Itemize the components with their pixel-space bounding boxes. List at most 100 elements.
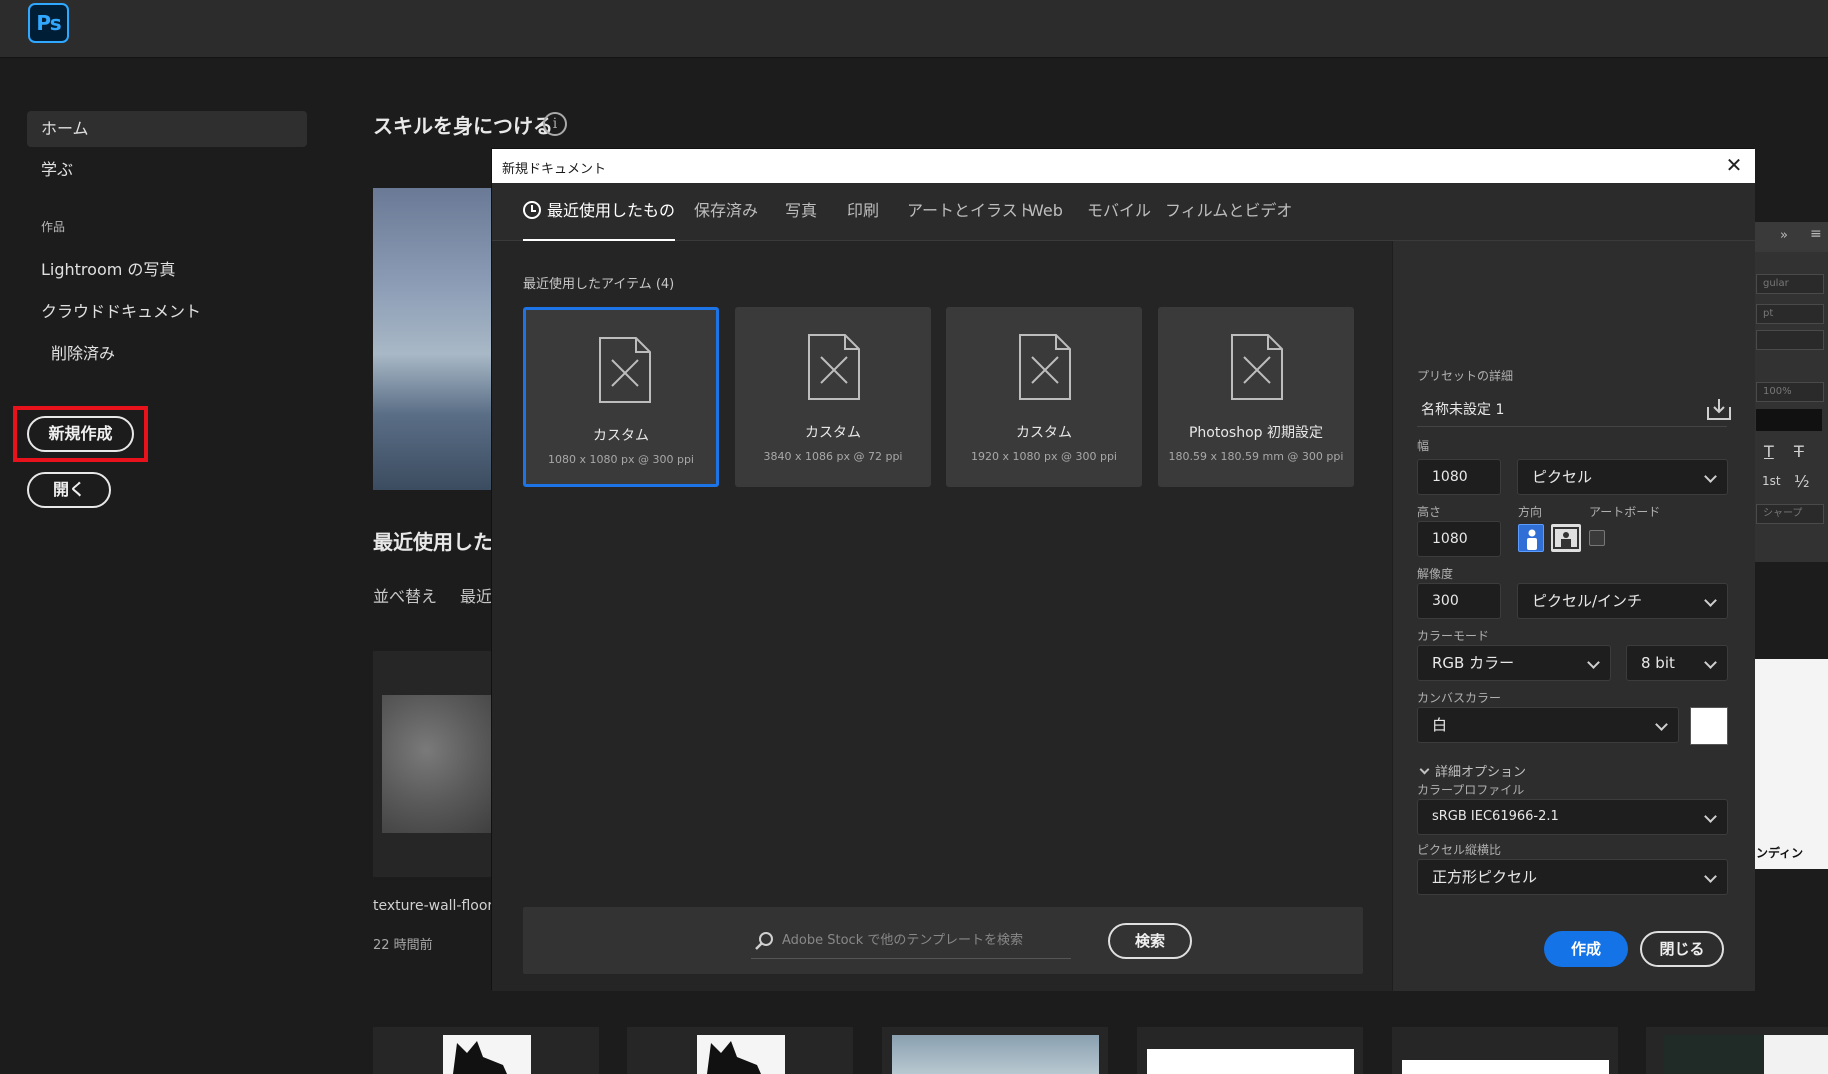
height-input[interactable]: 1080 (1417, 521, 1501, 557)
sidebar-item-home[interactable]: ホーム (27, 111, 307, 147)
right-panel-header: » ≡ (1750, 222, 1828, 252)
preset-name: カスタム (805, 425, 861, 441)
close-button[interactable]: 閉じる (1640, 931, 1724, 967)
tab-print[interactable]: 印刷 (847, 183, 879, 241)
resolution-unit-select[interactable]: ピクセル/インチ (1517, 583, 1728, 619)
canvas-color-label: カンバスカラー (1417, 691, 1502, 705)
dialog-tabs: 最近使用したもの 保存済み 写真 印刷 アートとイラスト Web モバイル フィ… (492, 183, 1755, 241)
right-white-thumbnail (1752, 659, 1828, 869)
preset-card[interactable]: カスタム 3840 x 1086 px @ 72 ppi (735, 307, 931, 487)
save-preset-icon[interactable] (1706, 397, 1732, 421)
color-profile-select[interactable]: sRGB IEC61966-2.1 (1417, 799, 1728, 835)
width-unit-select[interactable]: ピクセル (1517, 459, 1728, 495)
sort-label[interactable]: 並べ替え (373, 583, 437, 607)
panel-color-swatch[interactable] (1756, 409, 1822, 431)
close-icon[interactable]: ✕ (1723, 154, 1745, 176)
text-strikethrough-icon[interactable]: T (1794, 442, 1804, 461)
advanced-options-toggle[interactable]: 詳細オプション (1419, 761, 1527, 780)
bit-depth-select[interactable]: 8 bit (1626, 645, 1728, 681)
hero-image[interactable] (373, 188, 493, 490)
search-button[interactable]: 検索 (1108, 923, 1192, 959)
recent-file-thumbnail[interactable] (382, 695, 493, 833)
panel-field[interactable]: pt (1756, 304, 1824, 324)
color-profile-value: sRGB IEC61966-2.1 (1432, 809, 1559, 824)
chevron-down-icon (1704, 810, 1717, 823)
sidebar-item-learn[interactable]: 学ぶ (27, 152, 73, 188)
tab-mobile[interactable]: モバイル (1087, 183, 1151, 241)
sidebar-item-lightroom[interactable]: Lightroom の写真 (27, 252, 175, 288)
cat-silhouette-image (453, 1041, 507, 1074)
anti-alias-select[interactable]: シャープ (1756, 504, 1824, 524)
preset-size: 1920 x 1080 px @ 300 ppi (971, 450, 1117, 463)
tab-photo[interactable]: 写真 (785, 183, 817, 241)
tab-film-video[interactable]: フィルムとビデオ (1165, 183, 1292, 241)
sidebar-item-cloud-documents[interactable]: クラウドドキュメント (27, 294, 201, 330)
orientation-label: 方向 (1518, 505, 1543, 519)
width-input[interactable]: 1080 (1417, 459, 1501, 495)
color-mode-select[interactable]: RGB カラー (1417, 645, 1611, 681)
chevron-down-icon (1587, 656, 1600, 669)
portrait-orientation-button[interactable] (1518, 524, 1544, 552)
tab-art-illustration[interactable]: アートとイラスト (907, 183, 1034, 241)
sidebar-item-deleted[interactable]: 削除済み (37, 336, 115, 372)
pixel-aspect-select[interactable]: 正方形ピクセル (1417, 859, 1728, 895)
tab-recent-label: 最近使用したもの (547, 201, 676, 220)
document-preset-icon (1231, 334, 1283, 400)
new-file-button[interactable]: 新規作成 (27, 416, 134, 452)
advanced-options-label: 詳細オプション (1435, 765, 1527, 780)
bottom-card-thumbnail (1664, 1035, 1764, 1074)
document-preset-icon (599, 337, 651, 403)
stock-search-input[interactable] (751, 923, 1071, 959)
canvas-color-swatch[interactable] (1690, 707, 1728, 745)
stock-search-bar: 検索 (523, 907, 1363, 974)
photoshop-logo: Ps (28, 3, 69, 43)
preset-size: 1080 x 1080 px @ 300 ppi (548, 453, 694, 466)
dialog-title: 新規ドキュメント (502, 162, 607, 177)
landscape-icon (1553, 527, 1579, 549)
tab-web[interactable]: Web (1028, 183, 1063, 241)
preset-card[interactable]: カスタム 1080 x 1080 px @ 300 ppi (523, 307, 719, 487)
photoshop-home-screen: Ps ホーム 学ぶ 作品 Lightroom の写真 クラウドドキュメント 削除… (0, 0, 1828, 1074)
new-document-dialog: 新規ドキュメント ✕ 最近使用したもの 保存済み 写真 印刷 アートとイラスト … (491, 148, 1755, 991)
bottom-card-thumbnail (892, 1035, 1099, 1074)
open-file-button[interactable]: 開く (27, 472, 111, 508)
fraction-icon[interactable]: ½ (1794, 472, 1810, 491)
color-profile-label: カラープロファイル (1417, 783, 1525, 797)
tab-saved[interactable]: 保存済み (694, 183, 758, 241)
resolution-input[interactable]: 300 (1417, 583, 1501, 619)
pixel-aspect-value: 正方形ピクセル (1432, 868, 1538, 886)
artboard-checkbox[interactable] (1589, 530, 1605, 546)
chevron-down-icon (1704, 870, 1717, 883)
preset-name: カスタム (593, 428, 649, 444)
tab-recent[interactable]: 最近使用したもの (523, 183, 676, 241)
recent-file-name: texture-wall-floor- (373, 898, 493, 914)
panel-field[interactable] (1756, 330, 1824, 350)
sort-recent-label[interactable]: 最近 (460, 583, 492, 607)
color-mode-label: カラーモード (1417, 629, 1490, 643)
preset-card[interactable]: カスタム 1920 x 1080 px @ 300 ppi (946, 307, 1142, 487)
chevron-down-icon (1704, 594, 1717, 607)
preset-details-header: プリセットの詳細 (1417, 369, 1514, 383)
text-underline-icon[interactable]: T (1764, 442, 1774, 461)
sidebar-section-works: 作品 (41, 220, 66, 234)
recent-items-label: 最近使用したアイテム (4) (523, 277, 675, 292)
color-mode-value: RGB カラー (1432, 654, 1515, 672)
bottom-card-thumbnail (697, 1035, 785, 1074)
preset-name-field[interactable]: 名称未設定 1 (1417, 393, 1727, 427)
landscape-orientation-button[interactable] (1551, 524, 1581, 552)
canvas-color-select[interactable]: 白 (1417, 707, 1679, 743)
bit-depth-value: 8 bit (1641, 654, 1675, 672)
ordinal-icon[interactable]: 1st (1762, 474, 1781, 488)
panel-collapse-icon[interactable]: » (1780, 228, 1788, 243)
panel-field[interactable]: gular (1756, 274, 1824, 294)
preset-size: 3840 x 1086 px @ 72 ppi (763, 450, 903, 463)
clock-icon (523, 201, 541, 219)
info-icon[interactable]: i (543, 112, 567, 136)
pixel-aspect-label: ピクセル縦横比 (1417, 843, 1502, 857)
width-label: 幅 (1417, 439, 1430, 453)
preset-card[interactable]: Photoshop 初期設定 180.59 x 180.59 mm @ 300 … (1158, 307, 1354, 487)
bottom-card-thumbnail (1147, 1049, 1354, 1074)
panel-field[interactable]: 100% (1756, 382, 1824, 402)
create-button[interactable]: 作成 (1544, 931, 1628, 967)
panel-menu-icon[interactable]: ≡ (1810, 226, 1822, 242)
